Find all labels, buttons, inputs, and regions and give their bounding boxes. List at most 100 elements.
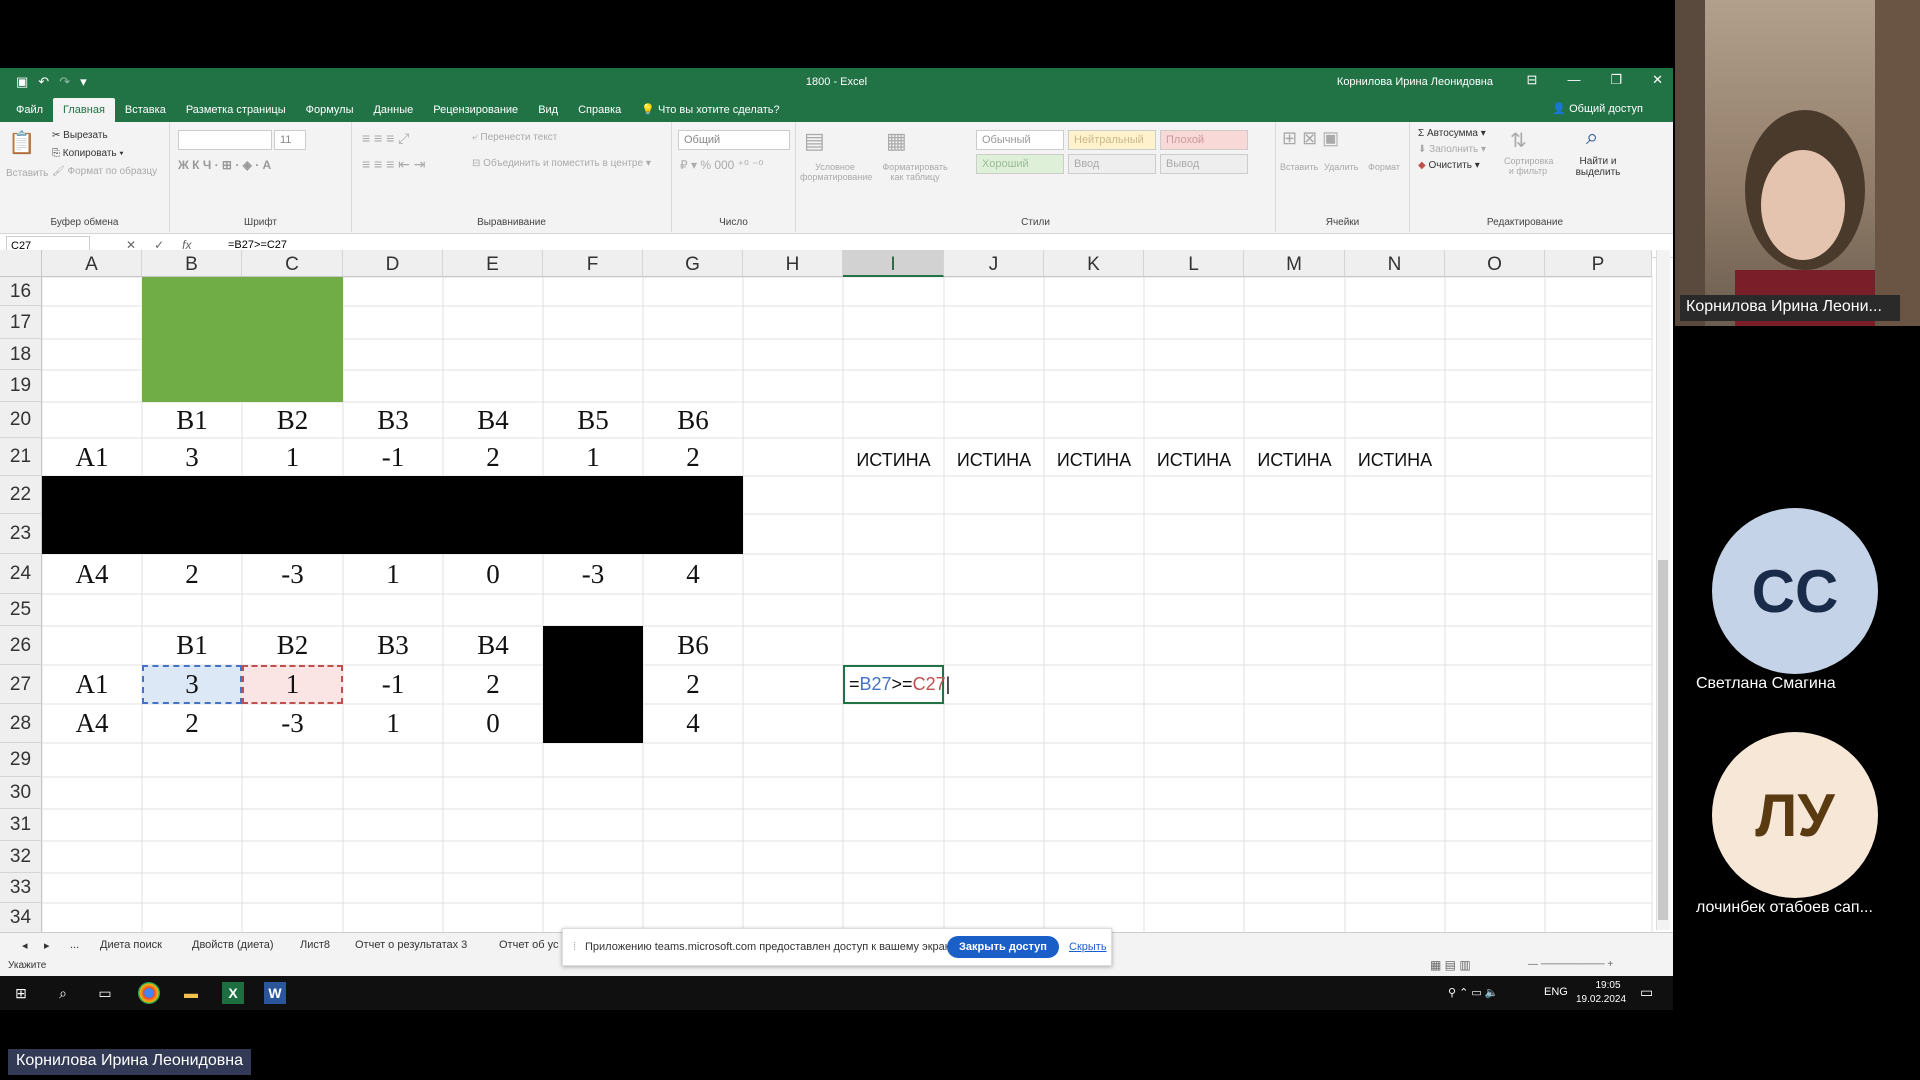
tell-me-search[interactable]: 💡 Что вы хотите сделать? — [631, 97, 789, 122]
sheet-tab-more[interactable]: ... — [70, 939, 79, 951]
notifications-icon[interactable]: ▭ — [1640, 984, 1653, 1001]
view-normal-icon[interactable]: ▦ ▤ ▥ — [1430, 958, 1471, 972]
conditional-format-icon[interactable]: ▤ — [804, 128, 825, 154]
tab-data[interactable]: Данные — [363, 98, 423, 122]
ribbon-display-icon[interactable]: ⊟ — [1527, 72, 1538, 88]
find-select-button[interactable]: Найти и выделить — [1568, 156, 1628, 178]
sheet-tab-report-more[interactable]: Отчет об ус — [499, 939, 559, 951]
share-label: Общий доступ — [1569, 103, 1643, 115]
insert-cells-button[interactable]: Вставить — [1280, 162, 1318, 172]
tab-view[interactable]: Вид — [528, 98, 568, 122]
sheet-tab-diet-search[interactable]: Диета поиск — [100, 939, 162, 951]
style-output[interactable]: Вывод — [1160, 154, 1248, 174]
style-neutral[interactable]: Нейтральный — [1068, 130, 1156, 150]
windows-start-icon[interactable]: ⊞ — [10, 982, 32, 1004]
sort-filter-icon[interactable]: ⇅ — [1510, 128, 1527, 153]
enter-icon[interactable]: ✓ — [154, 238, 164, 252]
windows-taskbar: ⊞ ⌕ ▭ ▬ X W ⚲ ⌃ ▭ 🔈 ENG 19:05 19.02.2024… — [0, 976, 1673, 1010]
excel-window: ▣ ↶ ↷ ▾ 1800 - Excel Корнилова Ирина Лео… — [0, 68, 1673, 976]
insert-cells-icon[interactable]: ⊞ ⊠ ▣ — [1282, 128, 1339, 149]
styles-group: ▤ Условное форматирование ▦ Форматироват… — [796, 122, 1276, 232]
alignment-group: ≡ ≡ ≡ ⤢ ≡ ≡ ≡ ⇤ ⇥ ⤶ Перенести текст ⊟ Об… — [352, 122, 672, 232]
tab-insert[interactable]: Вставка — [115, 98, 176, 122]
clock-time[interactable]: 19:05 — [1588, 980, 1628, 991]
paste-button[interactable]: Вставить — [6, 168, 48, 179]
word-taskbar-icon[interactable]: W — [264, 982, 286, 1004]
participant-name-lochinbek: лочинбек отабоев сап... — [1696, 899, 1873, 916]
title-bar: ▣ ↶ ↷ ▾ 1800 - Excel Корнилова Ирина Лео… — [0, 68, 1673, 96]
style-input[interactable]: Ввод — [1068, 154, 1156, 174]
function-icon[interactable]: fx — [182, 238, 191, 252]
minimize-icon[interactable]: — — [1567, 72, 1580, 88]
wrap-text-button[interactable]: ⤶ Перенести текст — [472, 132, 557, 143]
align-top-icon[interactable]: ≡ ≡ ≡ ⤢ — [362, 130, 409, 147]
formula-icons: ✕ ✓ fx — [126, 238, 191, 252]
excel-taskbar-icon[interactable]: X — [222, 982, 244, 1004]
fill-button[interactable]: ⬇ Заполнить ▾ — [1418, 144, 1486, 155]
font-name-select[interactable] — [178, 130, 272, 150]
tab-help[interactable]: Справка — [568, 98, 631, 122]
number-format-select[interactable]: Общий — [678, 130, 790, 150]
font-group: 11 Ж К Ч · ⊞ · ◈ · A Шрифт — [170, 122, 352, 232]
tab-file[interactable]: Файл — [6, 98, 53, 122]
style-good[interactable]: Хороший — [976, 154, 1064, 174]
name-box[interactable]: C27 — [6, 236, 90, 255]
avatar-lochinbek[interactable]: ЛУ — [1712, 732, 1878, 898]
sheet-tab-dual-diet[interactable]: Двойств (диета) — [192, 939, 274, 951]
sheet-tab-report-3[interactable]: Отчет о результатах 3 — [355, 939, 467, 951]
person-video-image — [1675, 0, 1920, 326]
clock-date[interactable]: 19.02.2024 — [1576, 994, 1626, 1005]
drag-handle-icon[interactable]: ⁞ — [573, 941, 576, 953]
chrome-icon[interactable] — [138, 982, 160, 1004]
copy-button[interactable]: ⎘ Копировать ▾ — [52, 148, 124, 159]
lightbulb-icon: 💡 — [641, 104, 655, 116]
task-view-icon[interactable]: ▭ — [94, 982, 116, 1004]
tray-icons[interactable]: ⚲ ⌃ ▭ 🔈 — [1448, 986, 1499, 999]
formula-input[interactable]: =B27>=C27 — [228, 239, 287, 251]
search-icon[interactable]: ⌕ — [52, 982, 74, 1004]
eraser-icon: ◆ — [1418, 160, 1426, 171]
tab-home[interactable]: Главная — [53, 98, 115, 122]
align-left-icon[interactable]: ≡ ≡ ≡ ⇤ ⇥ — [362, 156, 426, 173]
presenter-video-name: Корнилова Ирина Леони... — [1680, 295, 1900, 321]
delete-cells-button[interactable]: Удалить — [1324, 162, 1358, 172]
conditional-format-button[interactable]: Условное форматирование — [800, 162, 872, 182]
format-table-button[interactable]: Форматировать как таблицу — [880, 162, 950, 182]
tab-formulas[interactable]: Формулы — [296, 98, 364, 122]
paste-icon[interactable]: 📋 — [8, 130, 35, 156]
next-sheet-icon[interactable]: ▸ — [44, 939, 50, 952]
tab-review[interactable]: Рецензирование — [423, 98, 528, 122]
ribbon: 📋 Вставить ✂ Вырезать ⎘ Копировать ▾ 🖌 Ф… — [0, 122, 1673, 234]
formula-bar: C27 ✕ ✓ fx =B27>=C27 — [0, 234, 1673, 258]
format-painter-button[interactable]: 🖌 Формат по образцу — [52, 166, 157, 177]
cut-button[interactable]: ✂ Вырезать — [52, 130, 108, 141]
file-explorer-icon[interactable]: ▬ — [180, 982, 202, 1004]
find-icon[interactable]: ⌕ — [1586, 124, 1598, 150]
zoom-slider[interactable]: — ───────── + — [1528, 959, 1613, 970]
tab-page-layout[interactable]: Разметка страницы — [176, 98, 296, 122]
bold-button[interactable]: Ж К Ч · ⊞ · ◈ · A — [178, 158, 271, 172]
restore-icon[interactable]: ❐ — [1610, 72, 1622, 88]
format-table-icon[interactable]: ▦ — [886, 128, 907, 154]
style-bad[interactable]: Плохой — [1160, 130, 1248, 150]
close-icon[interactable]: ✕ — [1652, 72, 1663, 88]
alignment-label: Выравнивание — [477, 217, 546, 228]
currency-icon[interactable]: ₽ ▾ % 000 ⁺⁰ ⁻⁰ — [680, 158, 763, 172]
avatar-svetlana[interactable]: СС — [1712, 508, 1878, 674]
clear-button[interactable]: ◆ Очистить ▾ — [1418, 160, 1480, 171]
share-button[interactable]: 👤 Общий доступ — [1552, 102, 1643, 115]
sheet-tab-sheet8[interactable]: Лист8 — [300, 939, 330, 951]
cells-group: ⊞ ⊠ ▣ Вставить Удалить Формат Ячейки — [1276, 122, 1410, 232]
style-normal[interactable]: Обычный — [976, 130, 1064, 150]
stop-sharing-button[interactable]: Закрыть доступ — [947, 936, 1059, 958]
cancel-icon[interactable]: ✕ — [126, 238, 136, 252]
font-size-select[interactable]: 11 — [274, 130, 306, 150]
hide-link[interactable]: Скрыть — [1069, 941, 1107, 953]
language-indicator[interactable]: ENG — [1544, 986, 1568, 998]
account-name[interactable]: Корнилова Ирина Леонидовна — [1337, 76, 1493, 88]
prev-sheet-icon[interactable]: ◂ — [22, 939, 28, 952]
format-cells-button[interactable]: Формат — [1368, 162, 1400, 172]
sort-filter-button[interactable]: Сортировка и фильтр — [1504, 156, 1553, 176]
merge-center-button[interactable]: ⊟ Объединить и поместить в центре ▾ — [472, 158, 651, 169]
autosum-button[interactable]: Σ Автосумма ▾ — [1418, 128, 1486, 139]
